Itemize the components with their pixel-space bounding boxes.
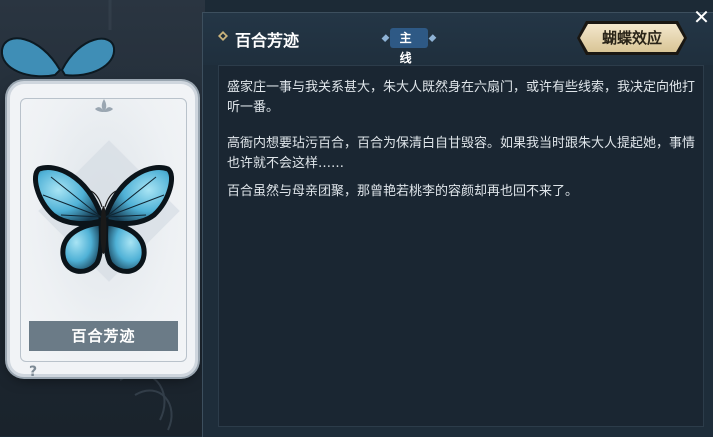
panel-title: 百合芳迹	[235, 31, 300, 50]
story-content: 盛家庄一事与我关系甚大，朱大人既然身在六扇门，或许有些线索，我决定向他打听一番。…	[218, 65, 704, 427]
story-paragraph: 百合虽然与母亲团聚，那曾艳若桃李的容颜却再也回不来了。	[227, 184, 579, 199]
card-name: 百合芳迹	[29, 321, 178, 351]
badge-right-dot-icon	[428, 34, 437, 42]
butterfly-icon	[33, 165, 174, 274]
detail-panel: 百合芳迹 主线 蝴蝶效应 盛家庄一事与我关系甚大，朱大人既然身在六扇门，或许有些…	[202, 12, 713, 437]
badge-left-dot-icon	[381, 34, 390, 42]
butterfly-effect-button[interactable]: 蝴蝶效应	[580, 24, 684, 52]
badge-label: 主线	[389, 28, 429, 65]
story-paragraph: 高衙内想要玷污百合，百合为保清白自甘毁容。如果我当时跟朱大人提起她，事情也许就不…	[227, 136, 696, 171]
close-button[interactable]: ✕	[690, 4, 713, 30]
card-ornament-icon	[95, 99, 113, 112]
quest-type-badge: 主线	[381, 28, 437, 65]
card-frame: 百合芳迹	[20, 98, 187, 362]
story-paragraph: 盛家庄一事与我关系甚大，朱大人既然身在六扇门，或许有些线索，我决定向他打听一番。	[227, 80, 696, 115]
help-icon[interactable]: ?	[26, 364, 40, 382]
diamond-bullet-icon	[218, 31, 228, 41]
item-card[interactable]: 百合芳迹	[10, 84, 195, 374]
